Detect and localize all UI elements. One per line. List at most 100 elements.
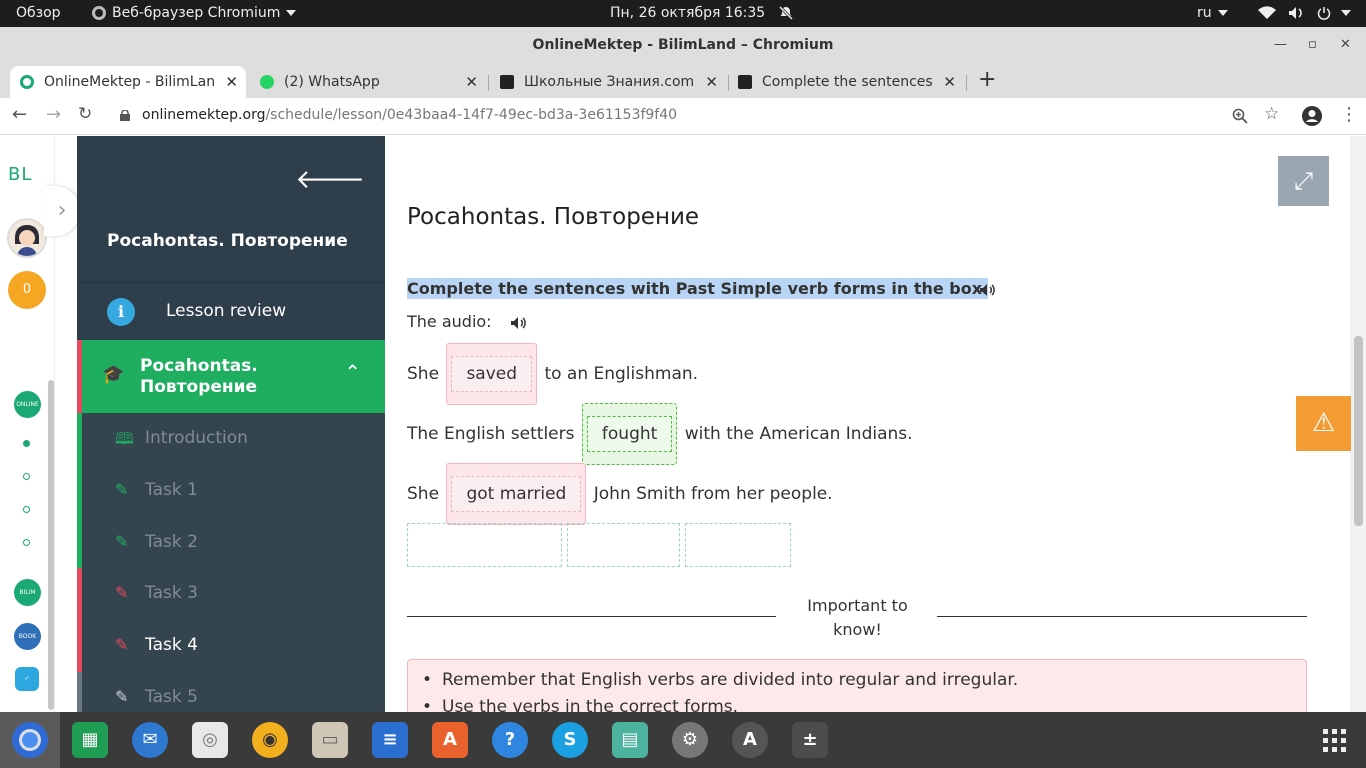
page-scrollbar[interactable]: [1350, 136, 1366, 712]
spreadsheet-app-icon[interactable]: ▦: [72, 722, 108, 758]
rail-scrollbar[interactable]: [48, 380, 54, 710]
tab-whatsapp[interactable]: (2) WhatsApp ✕: [250, 66, 486, 98]
sidebar-item-task-2[interactable]: ✎ Task 2: [77, 517, 385, 569]
chromium-app-icon[interactable]: [12, 722, 48, 758]
rail-dot[interactable]: [23, 539, 30, 546]
software-app-icon[interactable]: A: [432, 722, 468, 758]
word-bank-slot[interactable]: [407, 523, 562, 567]
sidebar-item-label: Pocahontas. Повторение: [140, 356, 258, 398]
activities-button[interactable]: Обзор: [16, 0, 61, 27]
online-mektep-app-icon[interactable]: ONLINE: [14, 391, 41, 418]
close-window-button[interactable]: ✕: [1340, 27, 1351, 63]
files-app-icon[interactable]: ▭: [312, 722, 348, 758]
edit-icon: ✎: [115, 532, 129, 551]
word-bank-slot[interactable]: [567, 523, 680, 567]
task-instruction: Complete the sentences with Past Simple …: [407, 278, 989, 299]
sidebar-item-task-1[interactable]: ✎ Task 1: [77, 465, 385, 517]
maximize-button[interactable]: ▫: [1308, 27, 1317, 63]
zoom-icon[interactable]: [1232, 108, 1248, 124]
sidebar-item-task-5[interactable]: ✎ Task 5: [77, 672, 385, 712]
screenshot-app-icon[interactable]: ◎: [192, 722, 228, 758]
sidebar-item-task-4[interactable]: ✎ Task 4: [77, 620, 385, 672]
close-icon[interactable]: ✕: [705, 66, 718, 98]
mail-app-icon[interactable]: ✉: [132, 722, 168, 758]
edit-icon: ✎: [115, 635, 129, 654]
whatsapp-favicon: [260, 75, 274, 89]
edit-icon: ✎: [115, 583, 129, 602]
caret-down-icon: [286, 10, 297, 16]
lock-icon: [120, 110, 130, 121]
sidebar-item-pocahontas[interactable]: 🎓 Pocahontas. Повторение ⌃: [77, 340, 385, 413]
active-label-line1: Pocahontas.: [140, 356, 258, 376]
app-grid-icon[interactable]: [1322, 728, 1348, 754]
status-menu[interactable]: [1258, 0, 1352, 27]
lesson-content: ⤢ Pocahontas. Повторение Complete the se…: [385, 136, 1350, 712]
answer-word: saved: [451, 356, 533, 392]
warning-icon[interactable]: ⚠: [1296, 396, 1351, 451]
minimize-button[interactable]: —: [1274, 27, 1287, 63]
speaker-icon[interactable]: [510, 316, 528, 330]
bl-logo[interactable]: BL: [8, 164, 32, 185]
clock[interactable]: Пн, 26 октября 16:35: [610, 0, 794, 27]
check-app-icon[interactable]: ✓: [15, 667, 39, 691]
music-app-icon[interactable]: ◉: [252, 722, 288, 758]
chromium-icon: [92, 6, 106, 20]
coins-badge[interactable]: 0: [8, 271, 46, 309]
rail-dot[interactable]: [23, 506, 30, 513]
profile-icon[interactable]: [1302, 106, 1322, 126]
app-menu[interactable]: Веб-браузер Chromium: [92, 0, 297, 27]
sentence-text: The English settlers: [407, 424, 575, 444]
sidebar-item-label: Task 4: [145, 635, 198, 655]
close-icon[interactable]: ✕: [465, 66, 478, 98]
fullscreen-icon[interactable]: ⤢: [1278, 156, 1329, 206]
sidebar-item-task-3[interactable]: ✎ Task 3: [77, 568, 385, 620]
bilimland-app-icon[interactable]: BILIM: [14, 579, 41, 606]
tab-onlinemektep[interactable]: OnlineMektep - BilimLand ✕: [10, 66, 246, 98]
sidebar-item-label: Task 3: [145, 583, 198, 603]
onlinemektep-favicon: [20, 75, 34, 89]
books-app-icon[interactable]: ▤: [612, 722, 648, 758]
tab-complete-sentences[interactable]: Complete the sentences v ✕: [728, 66, 964, 98]
window-title-bar: OnlineMektep - BilimLand – Chromium — ▫ …: [0, 27, 1366, 63]
arrow-left-icon[interactable]: 🡐: [295, 164, 365, 195]
menu-dots-icon[interactable]: ⋮: [1340, 104, 1358, 125]
new-tab-button[interactable]: +: [978, 66, 996, 94]
scrollbar-thumb[interactable]: [1354, 336, 1363, 526]
bell-off-icon: [778, 5, 793, 21]
skype-app-icon[interactable]: S: [552, 722, 588, 758]
language-menu[interactable]: ru: [1197, 0, 1228, 27]
answer-slot-wrong[interactable]: got married: [446, 463, 587, 525]
writer-app-icon[interactable]: ≡: [372, 722, 408, 758]
reload-icon[interactable]: ↻: [78, 104, 92, 124]
speaker-icon[interactable]: [979, 283, 997, 297]
calculator-app-icon[interactable]: ±: [792, 722, 828, 758]
rail-dot[interactable]: [23, 473, 30, 480]
bookmark-star-icon[interactable]: ☆: [1264, 104, 1279, 124]
sentence-text: to an Englishman.: [544, 364, 699, 384]
sidebar-item-introduction[interactable]: 🕮 Introduction: [77, 413, 385, 465]
forward-icon[interactable]: →: [46, 104, 61, 125]
bilimbook-app-icon[interactable]: BOOK: [14, 623, 41, 650]
help-app-icon[interactable]: ?: [492, 722, 528, 758]
wifi-icon: [1258, 6, 1276, 20]
rail-dot[interactable]: [23, 440, 30, 447]
avatar[interactable]: [7, 218, 47, 258]
close-icon[interactable]: ✕: [225, 66, 238, 98]
close-icon[interactable]: ✕: [943, 66, 956, 98]
important-notes: Remember that English verbs are divided …: [407, 659, 1307, 712]
volume-icon: [1289, 7, 1303, 19]
address-input[interactable]: onlinemektep.org/schedule/lesson/0e43baa…: [142, 107, 677, 123]
word-bank-slot[interactable]: [685, 523, 791, 567]
sidebar-item-lesson-review[interactable]: i Lesson review: [77, 282, 385, 340]
answer-slot-correct[interactable]: fought: [581, 403, 678, 465]
chevron-right-icon[interactable]: ›: [44, 186, 80, 236]
back-icon[interactable]: ←: [12, 104, 27, 125]
url-host: onlinemektep.org: [142, 107, 266, 123]
updater-app-icon[interactable]: A: [732, 722, 768, 758]
tab-znaniya[interactable]: Школьные Знания.com - ✕: [490, 66, 726, 98]
chevron-up-icon: ⌃: [344, 360, 361, 384]
settings-app-icon[interactable]: ⚙: [672, 722, 708, 758]
window-title: OnlineMektep - BilimLand – Chromium: [532, 37, 834, 53]
answer-slot-wrong[interactable]: saved: [446, 343, 538, 405]
url-path: /schedule/lesson/0e43baa4-14f7-49ec-bd3a…: [265, 107, 678, 123]
